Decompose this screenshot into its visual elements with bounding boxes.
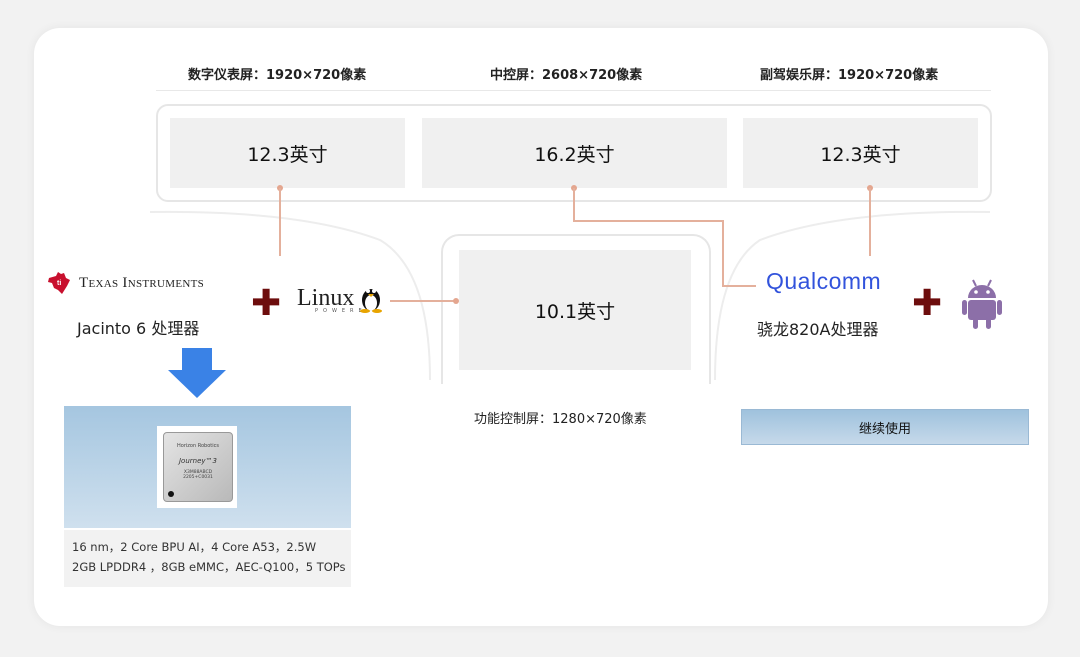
qualcomm-logo: Qualcomm <box>766 268 882 294</box>
center-connector-line-3 <box>722 220 724 286</box>
android-icon <box>962 279 1002 329</box>
chip-specs-panel: 16 nm，2 Core BPU AI，4 Core A53，2.5W 2GB … <box>64 530 351 587</box>
chip-code2-text: 2205+C0031 <box>183 475 213 480</box>
tux-penguin-icon <box>360 289 382 313</box>
continue-use-banner: 继续使用 <box>741 409 1029 445</box>
chip-pin-dot <box>168 491 174 497</box>
chip-photo-frame: Horizon Robotics Journey™3 X3M88ABCD 220… <box>157 426 237 508</box>
passenger-connector-line <box>869 188 871 256</box>
down-arrow-icon <box>168 348 226 398</box>
jacinto-processor-label: Jacinto 6 处理器 <box>77 319 200 338</box>
center-connector-line-2 <box>573 220 723 222</box>
control-screen: 10.1英寸 <box>459 250 691 370</box>
chip-name-text: Journey™3 <box>178 457 217 465</box>
chip-spec-line-2: 2GB LPDDR4 ，8GB eMMC，AEC-Q100，5 TOPs <box>72 560 346 574</box>
chip-image-panel: Horizon Robotics Journey™3 X3M88ABCD 220… <box>64 406 351 528</box>
svg-text:ti: ti <box>57 280 61 287</box>
chip-brand-text: Horizon Robotics <box>177 443 219 449</box>
linux-logo: Linux POWERED <box>297 285 382 314</box>
control-resolution-label: 功能控制屏：1280×720像素 <box>474 412 647 427</box>
right-plus-icon: ✚ <box>912 283 943 324</box>
ti-brand-text: Texas Instruments <box>79 274 205 291</box>
center-connector-line-1 <box>573 188 575 221</box>
ti-logo: ti Texas Instruments <box>46 270 204 296</box>
left-plus-icon: ✚ <box>251 283 282 324</box>
center-connector-line-4 <box>722 285 756 287</box>
control-connector-dot <box>453 298 459 304</box>
cluster-connector-line <box>279 188 281 256</box>
snapdragon-processor-label: 骁龙820A处理器 <box>757 320 879 339</box>
ti-icon: ti <box>48 272 70 294</box>
chip-spec-line-1: 16 nm，2 Core BPU AI，4 Core A53，2.5W <box>72 540 317 554</box>
chip-body: Horizon Robotics Journey™3 X3M88ABCD 220… <box>163 432 233 502</box>
linux-connector-line <box>390 300 458 302</box>
